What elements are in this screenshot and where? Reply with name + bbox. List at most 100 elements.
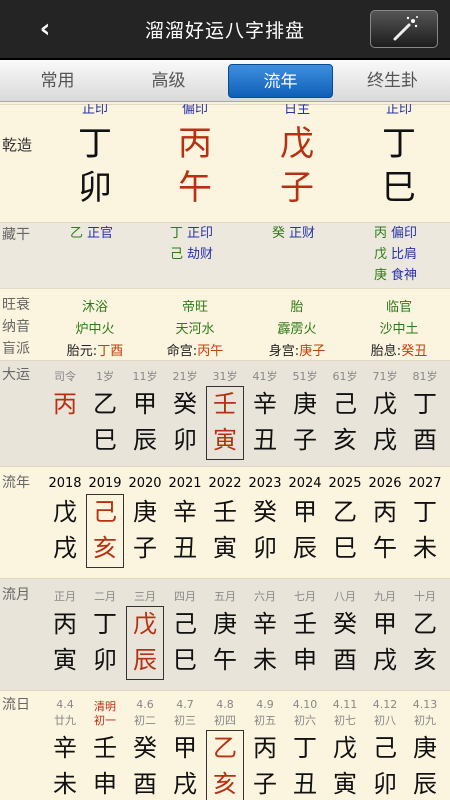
liuyue-branch[interactable]: 寅 xyxy=(45,642,85,678)
dayun-branch[interactable]: 辰 xyxy=(125,422,165,458)
dayun-branch[interactable]: 丑 xyxy=(245,422,285,458)
dayun-stem[interactable]: 乙 xyxy=(85,386,125,422)
liuri-stem[interactable]: 甲 xyxy=(165,730,205,766)
liunian-stem[interactable]: 壬 xyxy=(205,494,245,530)
liuyue-branch[interactable]: 戌 xyxy=(365,642,405,678)
liuyue-branch[interactable]: 午 xyxy=(205,642,245,678)
liunian-stem[interactable]: 戊 xyxy=(45,494,85,530)
liunian-stem[interactable]: 丙 xyxy=(365,494,405,530)
liuri-lunar: 初九 xyxy=(414,714,436,727)
liunian-branch[interactable]: 戌 xyxy=(45,530,85,566)
magic-wand-button[interactable] xyxy=(370,10,438,48)
tiangan-char: 丙 xyxy=(178,124,212,164)
liunian-stem[interactable]: 庚 xyxy=(125,494,165,530)
liuyue-stem[interactable]: 甲 xyxy=(365,606,405,642)
liuyue-branch[interactable]: 巳 xyxy=(165,642,205,678)
dayun-stem[interactable]: 戊 xyxy=(365,386,405,422)
liuyue-branch[interactable]: 未 xyxy=(245,642,285,678)
liuri-stem[interactable]: 癸 xyxy=(125,730,165,766)
liuri-branch[interactable]: 戌 xyxy=(165,766,205,800)
liuyue-stem[interactable]: 辛 xyxy=(245,606,285,642)
liunian-branch[interactable]: 卯 xyxy=(245,530,285,566)
liuri-branch[interactable]: 丑 xyxy=(285,766,325,800)
mangpai-key: 命宫: xyxy=(166,344,198,359)
liuyue-branch[interactable]: 亥 xyxy=(405,642,445,678)
dayun-stem[interactable]: 丁 xyxy=(405,386,445,422)
dizhi-char: 子 xyxy=(280,168,314,208)
liuri-branch[interactable]: 未 xyxy=(45,766,85,800)
liuyue-branch[interactable]: 卯 xyxy=(85,642,125,678)
dayun-stem[interactable]: 丙 xyxy=(45,386,85,422)
liunian-stem[interactable]: 乙 xyxy=(325,494,365,530)
liuyue-stem[interactable]: 丁 xyxy=(85,606,125,642)
liunian-branch[interactable]: 午 xyxy=(365,530,405,566)
liuyue-branch[interactable]: 酉 xyxy=(325,642,365,678)
liunian-header: 2024 xyxy=(288,476,322,491)
dayun-branch[interactable]: 子 xyxy=(285,422,325,458)
canggan-stem: 丙 xyxy=(374,226,388,241)
liuyue-header: 四月 xyxy=(174,590,196,603)
liunian-branch[interactable]: 巳 xyxy=(325,530,365,566)
liuri-stem[interactable]: 辛 xyxy=(45,730,85,766)
dayun-branch[interactable]: 戌 xyxy=(365,422,405,458)
dayun-stem[interactable]: 癸 xyxy=(165,386,205,422)
tiangan-char: 丁 xyxy=(78,124,112,164)
liuyue-stem[interactable]: 丙 xyxy=(45,606,85,642)
liuyue-stem[interactable]: 乙 xyxy=(405,606,445,642)
tab-zhongshenggua[interactable]: 终生卦 xyxy=(341,64,444,98)
liunian-branch[interactable]: 未 xyxy=(405,530,445,566)
tab-liunian[interactable]: 流年 xyxy=(228,63,333,98)
shishen-label: 正印 xyxy=(385,104,412,117)
canggan-shishen: 偏印 xyxy=(391,226,418,241)
liuri-stem[interactable]: 丁 xyxy=(285,730,325,766)
dayun-stem[interactable]: 辛 xyxy=(245,386,285,422)
liuri-stem[interactable]: 戊 xyxy=(325,730,365,766)
tab-gaoji[interactable]: 高级 xyxy=(117,64,220,98)
liuri-stem[interactable]: 己 xyxy=(365,730,405,766)
liuri-branch[interactable]: 卯 xyxy=(365,766,405,800)
liuri-stem[interactable]: 壬 xyxy=(85,730,125,766)
liunian-branch[interactable]: 丑 xyxy=(165,530,205,566)
liunian-stem[interactable]: 辛 xyxy=(165,494,205,530)
liuri-branch[interactable]: 申 xyxy=(85,766,125,800)
dayun-stem[interactable]: 庚 xyxy=(285,386,325,422)
mangpai-item: 胎元:丁酉 xyxy=(55,340,135,359)
nayin-value: 炉中火 xyxy=(75,322,115,337)
liuri-header: 4.7 xyxy=(176,698,194,711)
dayun-label: 大运 xyxy=(2,367,30,383)
liuri-branch[interactable]: 辰 xyxy=(405,766,445,800)
liunian-branch[interactable]: 子 xyxy=(125,530,165,566)
liuri-lunar: 初二 xyxy=(134,714,156,727)
liuri-stem[interactable]: 丙 xyxy=(245,730,285,766)
liuyue-stem[interactable]: 癸 xyxy=(325,606,365,642)
liunian-stem[interactable]: 癸 xyxy=(245,494,285,530)
liuyue-stem[interactable]: 壬 xyxy=(285,606,325,642)
liuyue-header: 二月 xyxy=(94,590,116,603)
liuri-stem[interactable]: 庚 xyxy=(405,730,445,766)
dayun-branch[interactable]: 酉 xyxy=(405,422,445,458)
liuri-lunar: 初七 xyxy=(334,714,356,727)
dayun-stem[interactable]: 己 xyxy=(325,386,365,422)
liuri-branch[interactable]: 寅 xyxy=(325,766,365,800)
liuyue-stem[interactable]: 庚 xyxy=(205,606,245,642)
liuri-branch[interactable]: 酉 xyxy=(125,766,165,800)
dayun-header: 31岁 xyxy=(212,370,238,383)
liunian-branch[interactable]: 寅 xyxy=(205,530,245,566)
magic-wand-icon xyxy=(393,16,418,41)
liunian-header: 2018 xyxy=(48,476,82,491)
liuyue-stem[interactable]: 己 xyxy=(165,606,205,642)
liunian-stem[interactable]: 甲 xyxy=(285,494,325,530)
liunian-branch[interactable]: 辰 xyxy=(285,530,325,566)
tab-changyong[interactable]: 常用 xyxy=(6,64,109,98)
liuri-branch[interactable]: 子 xyxy=(245,766,285,800)
liuri-lunar: 初五 xyxy=(254,714,276,727)
dayun-branch[interactable]: 卯 xyxy=(165,422,205,458)
dayun-branch[interactable]: 巳 xyxy=(85,422,125,458)
dayun-stem[interactable]: 甲 xyxy=(125,386,165,422)
mangpai-item: 命宫:丙午 xyxy=(155,340,235,359)
liuyue-branch[interactable]: 申 xyxy=(285,642,325,678)
dayun-branch[interactable]: 亥 xyxy=(325,422,365,458)
liunian-header: 2023 xyxy=(248,476,282,491)
wangshuai-value: 胎 xyxy=(290,300,304,315)
liunian-stem[interactable]: 丁 xyxy=(405,494,445,530)
